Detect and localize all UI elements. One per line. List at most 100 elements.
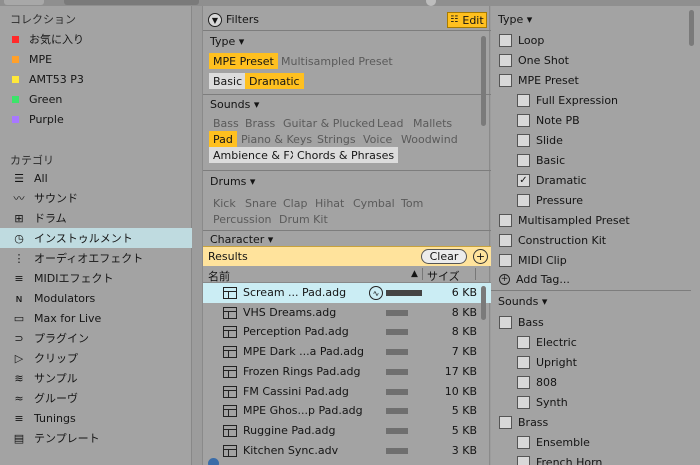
result-row[interactable]: MPE Ghos...p Pad.adg 5 KB <box>203 401 491 421</box>
chip-pad[interactable]: Pad <box>209 131 237 147</box>
chip-strings[interactable]: Strings <box>313 131 360 147</box>
tag-item-construction-kit[interactable]: Construction Kit <box>499 230 606 250</box>
category-item[interactable]: ≡ Tunings <box>0 408 192 428</box>
category-item[interactable]: ▷ クリップ <box>0 348 192 368</box>
tag-panel-scrollbar[interactable] <box>689 10 694 46</box>
chip-hihat[interactable]: Hihat <box>311 195 348 211</box>
tag-item-mpe-preset[interactable]: MPE Preset <box>499 70 579 90</box>
tag-item-brass[interactable]: Brass <box>499 412 548 432</box>
tag-item-dramatic[interactable]: ✓ Dramatic <box>517 170 587 190</box>
tag-checkbox[interactable] <box>499 315 512 329</box>
tag-item-upright[interactable]: Upright <box>517 352 577 372</box>
add-icon[interactable]: + <box>473 249 488 264</box>
tag-checkbox[interactable] <box>499 73 512 87</box>
filters-scrollbar[interactable] <box>481 36 486 126</box>
category-item[interactable]: ≋ サンプル <box>0 368 192 388</box>
tag-checkbox[interactable] <box>499 33 512 47</box>
tag-item-pressure[interactable]: Pressure <box>517 190 583 210</box>
chip-brass[interactable]: Brass <box>241 115 279 131</box>
chip-mallets[interactable]: Mallets <box>409 115 456 131</box>
chip-kick[interactable]: Kick <box>209 195 240 211</box>
tag-item-full-expression[interactable]: Full Expression <box>517 90 618 110</box>
chip-cymbal[interactable]: Cymbal <box>349 195 399 211</box>
tag-checkbox[interactable] <box>517 455 530 465</box>
type-filter-title[interactable]: Type ▾ <box>210 35 244 48</box>
tag-item-one-shot[interactable]: One Shot <box>499 50 569 70</box>
results-scrollbar[interactable] <box>481 286 486 320</box>
sort-ascending-icon[interactable]: ▲ <box>411 269 418 279</box>
tag-item-ensemble[interactable]: Ensemble <box>517 432 590 452</box>
chip-drum-kit[interactable]: Drum Kit <box>275 211 332 227</box>
tag-item-slide[interactable]: Slide <box>517 130 563 150</box>
tag-checkbox[interactable] <box>517 153 530 167</box>
category-item[interactable]: ◷ インストゥルメント <box>0 228 192 248</box>
category-item[interactable]: ≡ MIDIエフェクト <box>0 268 192 288</box>
chip-ambience-fx[interactable]: Ambience & FX <box>209 147 302 163</box>
filters-collapse-icon[interactable]: ▼ <box>208 13 222 27</box>
clear-button[interactable]: Clear <box>421 249 467 264</box>
preview-waveform-icon[interactable]: ∿ <box>369 286 383 300</box>
sounds-tag-heading[interactable]: Sounds ▾ <box>498 295 547 308</box>
tag-checkbox[interactable] <box>517 133 530 147</box>
category-item[interactable]: ≈ グルーヴ <box>0 388 192 408</box>
category-item[interactable]: ⊃ プラグイン <box>0 328 192 348</box>
current-file-tab[interactable] <box>64 0 199 5</box>
tag-checkbox[interactable] <box>499 213 512 227</box>
tag-item-808[interactable]: 808 <box>517 372 557 392</box>
chip-clap[interactable]: Clap <box>279 195 311 211</box>
tag-checkbox[interactable] <box>499 415 512 429</box>
result-row[interactable]: Kitchen Sync.adv 3 KB <box>203 441 491 461</box>
collection-item[interactable]: Green <box>0 89 192 109</box>
chip-percussion[interactable]: Percussion <box>209 211 276 227</box>
result-row[interactable]: Ruggine Pad.adg 5 KB <box>203 421 491 441</box>
chip-multisampled-preset[interactable]: Multisampled Preset <box>277 53 397 69</box>
tag-checkbox[interactable] <box>517 193 530 207</box>
category-item[interactable]: ⋮ オーディオエフェクト <box>0 248 192 268</box>
result-row[interactable]: Scream ... Pad.adg ∿ 6 KB <box>203 283 491 303</box>
chip-woodwind[interactable]: Woodwind <box>397 131 462 147</box>
tag-item-note-pb[interactable]: Note PB <box>517 110 580 130</box>
chip-lead[interactable]: Lead <box>373 115 407 131</box>
add-tag-button[interactable]: + Add Tag... <box>499 269 570 289</box>
tag-checkbox[interactable] <box>499 53 512 67</box>
category-item[interactable]: 〰サウンド <box>0 188 192 208</box>
edit-button[interactable]: ☷ Edit <box>447 12 487 28</box>
chip-mpe-preset[interactable]: MPE Preset <box>209 53 278 69</box>
tag-checkbox[interactable] <box>499 233 512 247</box>
character-filter-title[interactable]: Character ▾ <box>210 233 273 246</box>
tag-item-synth[interactable]: Synth <box>517 392 568 412</box>
category-item[interactable]: ☰ All <box>0 168 192 188</box>
tag-checkbox[interactable] <box>517 395 530 409</box>
result-row[interactable]: Perception Pad.adg 8 KB <box>203 322 491 342</box>
collection-item[interactable]: お気に入り <box>0 29 192 49</box>
category-item[interactable]: ▤ テンプレート <box>0 428 192 448</box>
chip-guitar-plucked[interactable]: Guitar & Plucked <box>279 115 379 131</box>
result-row[interactable]: Frozen Rings Pad.adg 17 KB <box>203 362 491 382</box>
category-item[interactable]: ▭ Max for Live <box>0 308 192 328</box>
tag-checkbox[interactable] <box>517 375 530 389</box>
type-tag-heading[interactable]: Type ▾ <box>498 13 532 26</box>
tag-item-midi-clip[interactable]: MIDI Clip <box>499 250 567 270</box>
collection-item[interactable]: MPE <box>0 49 192 69</box>
toolbar-button[interactable] <box>4 0 44 5</box>
result-row[interactable]: VHS Dreams.adg 8 KB <box>203 303 491 323</box>
tag-checkbox[interactable] <box>517 335 530 349</box>
column-size[interactable]: サイズ <box>427 268 460 284</box>
collection-item[interactable]: AMT53 P3 <box>0 69 192 89</box>
collection-item[interactable]: Purple <box>0 109 192 129</box>
result-row[interactable]: FM Cassini Pad.adg 10 KB <box>203 382 491 402</box>
chip-basic[interactable]: Basic <box>209 73 247 89</box>
tag-checkbox[interactable] <box>517 93 530 107</box>
tag-item-bass[interactable]: Bass <box>499 312 544 332</box>
sounds-filter-title[interactable]: Sounds ▾ <box>210 98 259 111</box>
chip-bass[interactable]: Bass <box>209 115 243 131</box>
category-item[interactable]: ɴ Modulators <box>0 288 192 308</box>
info-icon[interactable] <box>208 458 219 465</box>
tag-checkbox[interactable] <box>499 253 512 267</box>
tag-checkbox[interactable] <box>517 435 530 449</box>
category-item[interactable]: ⊞ ドラム <box>0 208 192 228</box>
chip-snare[interactable]: Snare <box>241 195 281 211</box>
chip-tom[interactable]: Tom <box>397 195 427 211</box>
tag-checkbox[interactable]: ✓ <box>517 173 530 187</box>
column-name[interactable]: 名前 <box>208 268 230 284</box>
